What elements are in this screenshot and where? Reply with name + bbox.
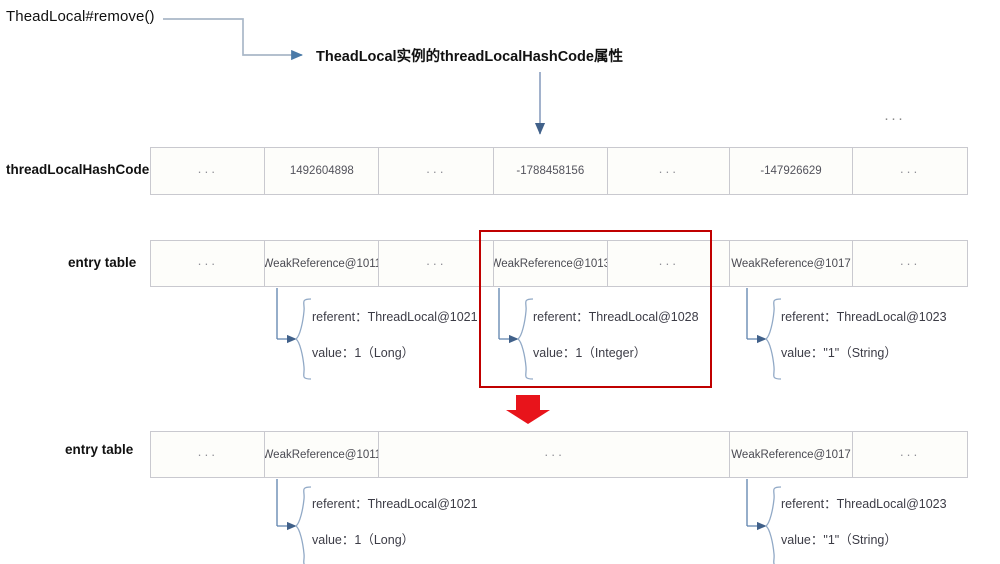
removed-entry-highlight <box>479 230 712 388</box>
table-cell: ··· <box>379 432 731 477</box>
entry-brace-1017-after <box>746 479 782 564</box>
table-cell: ··· <box>379 241 494 286</box>
hashcode-table: ··· 1492604898 ··· -1788458156 ··· -1479… <box>150 147 968 195</box>
entry-value: value："1"（String） <box>781 345 897 360</box>
entry-detail-1011-after: referent：ThreadLocal@1021 value：1（Long） <box>312 497 478 548</box>
table-cell: ··· <box>899 163 921 179</box>
entry-value: value：1（Long） <box>312 345 415 360</box>
red-transition-arrow <box>506 395 550 424</box>
entry-detail-1013-before: referent：ThreadLocal@1028 value：1（Intege… <box>533 310 699 361</box>
diagram-canvas: TheadLocal#remove() TheadLocal实例的threadL… <box>0 0 1000 564</box>
table-cell: WeakReference@1011 <box>265 432 380 477</box>
table-cell: ··· <box>151 432 266 477</box>
row-label-entry-table-before: entry table <box>68 255 137 270</box>
table-cell: ··· <box>379 148 494 194</box>
entry-brace-1017-before <box>746 288 782 380</box>
entry-detail-1023-after: referent：ThreadLocal@1023 value："1"（Stri… <box>781 497 947 548</box>
entry-brace-1011-after <box>276 479 312 564</box>
table-cell: WeakReference@1017 <box>730 241 853 286</box>
table-cell: ··· <box>608 148 731 194</box>
table-cell: 1492604898 <box>265 148 380 194</box>
table-cell: ··· <box>899 447 921 462</box>
floating-ellipsis: ··· <box>884 110 905 127</box>
source-method-label: TheadLocal#remove() <box>6 8 155 25</box>
table-cell: WeakReference@1017 <box>730 432 853 477</box>
table-cell: -1788458156 <box>494 148 608 194</box>
table-cell: ··· <box>151 241 266 286</box>
entry-table-after: ··· WeakReference@1011 ··· WeakReference… <box>150 431 968 478</box>
target-property-label: TheadLocal实例的threadLocalHashCode属性 <box>316 49 623 65</box>
entry-referent: referent：ThreadLocal@1028 <box>533 310 699 324</box>
entry-value: value："1"（String） <box>781 532 897 547</box>
table-cell: -147926629 <box>730 148 853 194</box>
entry-value: value：1（Long） <box>312 532 415 547</box>
entry-value: value：1（Integer） <box>533 345 647 360</box>
entry-brace-1011-before <box>276 288 312 380</box>
table-cell: ··· <box>899 256 921 271</box>
table-cell: ··· <box>151 148 266 194</box>
row-label-entry-table-after: entry table <box>65 442 134 457</box>
row-label-hashcode: threadLocalHashCode <box>6 162 150 177</box>
entry-detail-1017-before: referent：ThreadLocal@1023 value："1"（Stri… <box>781 310 947 361</box>
entry-referent: referent：ThreadLocal@1023 <box>781 310 947 324</box>
entry-detail-1011-before: referent：ThreadLocal@1021 value：1（Long） <box>312 310 478 361</box>
entry-referent: referent：ThreadLocal@1021 <box>312 497 478 511</box>
entry-referent: referent：ThreadLocal@1023 <box>781 497 947 511</box>
connector-remove-to-property <box>163 18 304 61</box>
entry-referent: referent：ThreadLocal@1021 <box>312 310 478 324</box>
table-cell: WeakReference@1011 <box>265 241 380 286</box>
